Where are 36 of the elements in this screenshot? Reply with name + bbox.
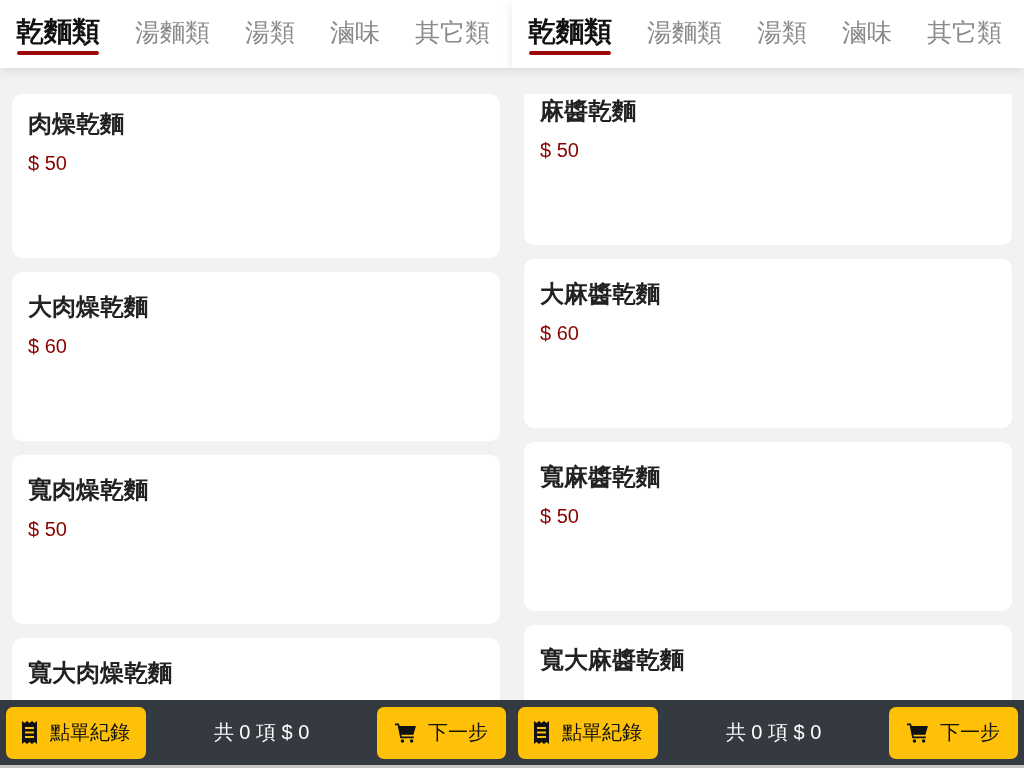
item-price: $ 50 (28, 151, 67, 176)
order-history-button[interactable]: 點單紀錄 (6, 706, 146, 759)
menu-item-card[interactable]: 寬大麻醬乾麵 (524, 625, 1012, 700)
menu-item-card[interactable]: 大肉燥乾麵 $ 60 (12, 272, 500, 441)
order-summary: 共 0 項 $ 0 (725, 720, 822, 745)
category-tab[interactable]: 乾麵類 (528, 8, 612, 55)
receipt-icon (22, 721, 37, 744)
menu-item-card[interactable]: 肉燥乾麵 $ 50 (12, 94, 500, 258)
category-tab[interactable]: 滷味 (842, 8, 892, 55)
menu-item-card[interactable]: 寬肉燥乾麵 $ 50 (12, 455, 500, 624)
cart-icon (907, 722, 928, 743)
item-name: 寬麻醬乾麵 (540, 462, 660, 491)
menu-item-card[interactable]: 寬麻醬乾麵 $ 50 (524, 442, 1012, 611)
next-step-button[interactable]: 下一步 (889, 706, 1018, 759)
item-price: $ 50 (28, 517, 67, 542)
receipt-icon (534, 721, 549, 744)
menu-item-card[interactable]: 寬大肉燥乾麵 (12, 638, 500, 700)
menu-item-card[interactable]: 大麻醬乾麵 $ 60 (524, 259, 1012, 428)
cart-icon (395, 722, 416, 743)
order-summary: 共 0 項 $ 0 (213, 720, 310, 745)
item-name: 肉燥乾麵 (28, 109, 124, 138)
menu-item-card[interactable]: 麻醬乾麵 $ 50 (524, 94, 1012, 245)
item-price: $ 60 (28, 334, 67, 359)
item-price: $ 50 (540, 504, 579, 529)
order-history-button[interactable]: 點單紀錄 (518, 706, 658, 759)
item-name: 寬肉燥乾麵 (28, 475, 148, 504)
category-tab[interactable]: 乾麵類 (16, 8, 100, 55)
item-name: 麻醬乾麵 (540, 96, 636, 125)
item-price: $ 50 (540, 138, 579, 163)
category-tab[interactable]: 滷味 (330, 8, 380, 55)
item-name: 寬大麻醬乾麵 (540, 645, 684, 674)
item-name: 大肉燥乾麵 (28, 292, 148, 321)
item-name: 大麻醬乾麵 (540, 279, 660, 308)
item-price: $ 60 (540, 321, 579, 346)
next-step-button[interactable]: 下一步 (377, 706, 506, 759)
item-name: 寬大肉燥乾麵 (28, 658, 172, 687)
